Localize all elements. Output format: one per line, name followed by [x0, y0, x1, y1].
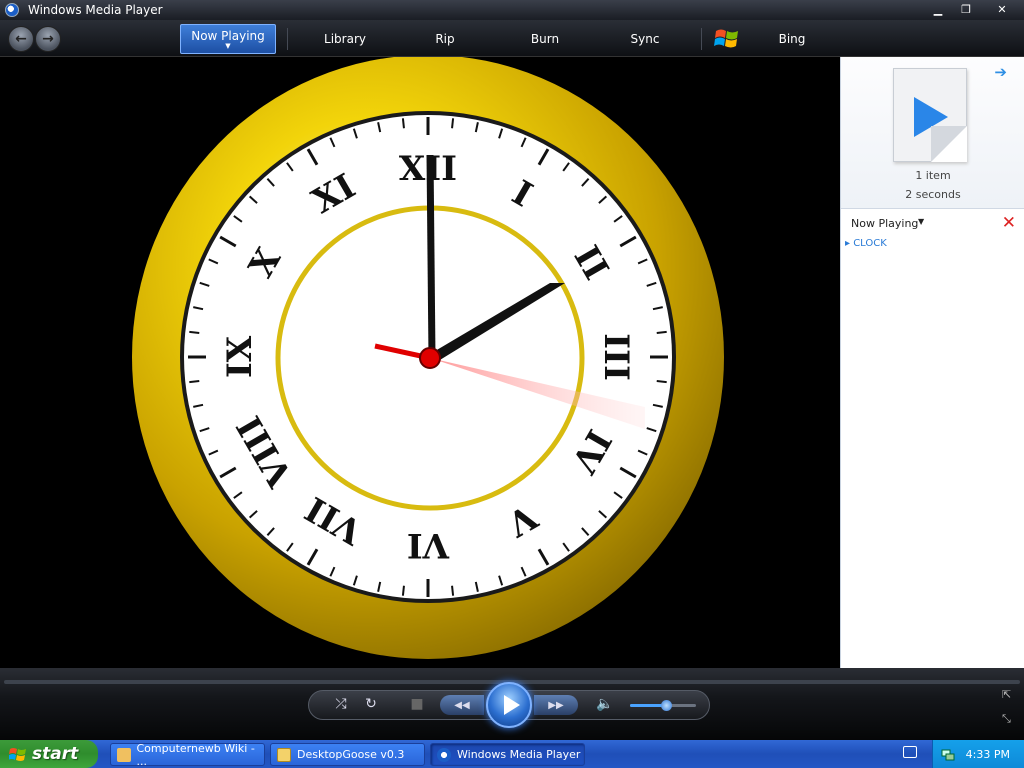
restore-button[interactable]: ❐	[952, 0, 980, 18]
pane-summary: ➔ 1 item 2 seconds	[841, 57, 1024, 209]
forward-arrow-icon[interactable]: ➔	[994, 63, 1007, 81]
nav-bar: ← → Now Playing ▼ Library Rip Burn Sync …	[0, 20, 1024, 57]
tab-sync[interactable]: Sync	[615, 24, 675, 54]
previous-button[interactable]: ◀◀	[440, 695, 484, 715]
window-controls: ▁ ❐ ✕	[924, 0, 1024, 18]
tab-bing[interactable]: Bing	[762, 24, 822, 54]
windows-logo-icon	[714, 29, 738, 48]
clock-tick	[401, 118, 405, 129]
clock-numeral: VI	[407, 525, 450, 565]
folder-icon	[277, 747, 291, 762]
minimize-button[interactable]: ▁	[924, 0, 952, 18]
taskbar-item-browser[interactable]: Computernewb Wiki - ...	[110, 741, 265, 768]
keyboard-icon[interactable]	[903, 746, 917, 758]
video-area[interactable]: XIIIIIIIIIVVVIVIIVIIIIXXXI	[5, 57, 840, 668]
clock-visualization: XIIIIIIIIIVVVIVIIVIIIIXXXI	[132, 57, 724, 659]
nav-arrows: ← →	[8, 26, 61, 52]
system-tray: 4:33 PM	[932, 740, 1024, 768]
repeat-icon[interactable]: ↻	[361, 694, 381, 714]
clock-tick	[451, 585, 455, 596]
shuffle-icon[interactable]: ⤮	[331, 694, 351, 714]
taskbar: start Computernewb Wiki - ... DesktopGoo…	[0, 740, 1024, 768]
browser-icon	[117, 747, 131, 762]
wmp-icon	[437, 747, 451, 762]
tab-now-playing-label: Now Playing	[191, 29, 265, 43]
clock-tick	[451, 118, 455, 129]
window-title: Windows Media Player	[28, 3, 163, 17]
clock-tick	[189, 330, 200, 334]
clock-tick	[656, 380, 667, 384]
start-button[interactable]: start	[0, 740, 98, 768]
media-file-icon	[893, 68, 967, 162]
tab-bing-label: Bing	[778, 32, 806, 46]
tab-burn-label: Burn	[530, 32, 560, 46]
minute-hand	[426, 154, 436, 359]
clock-numeral: IX	[220, 335, 260, 378]
playlist-title[interactable]: Now Playing	[851, 217, 918, 230]
clock-tick	[401, 585, 405, 596]
clock-center-cap	[419, 347, 441, 369]
taskbar-item-folder[interactable]: DesktopGoose v0.3	[270, 743, 425, 766]
tab-rip[interactable]: Rip	[420, 24, 470, 54]
next-button[interactable]: ▶▶	[534, 695, 578, 715]
list-item[interactable]: ▸ CLOCK	[845, 238, 887, 249]
fullscreen-icon[interactable]: ⤡	[1002, 712, 1011, 726]
taskbar-item-label: DesktopGoose v0.3	[297, 748, 405, 761]
clock-numeral: III	[596, 333, 636, 381]
media-player-icon	[5, 3, 19, 17]
tab-library[interactable]: Library	[310, 24, 380, 54]
volume-slider[interactable]	[630, 700, 696, 711]
clock-tick	[656, 330, 667, 334]
total-duration: 2 seconds	[905, 188, 961, 201]
chevron-down-icon[interactable]: ▼	[918, 217, 924, 226]
tab-burn[interactable]: Burn	[515, 24, 575, 54]
tab-library-label: Library	[324, 32, 366, 46]
list-item-label: CLOCK	[853, 238, 887, 249]
taskbar-item-label: Windows Media Player	[457, 748, 581, 761]
switch-to-library-icon[interactable]: ⇱	[1002, 688, 1011, 701]
nav-divider	[701, 28, 702, 50]
title-bar: Windows Media Player ▁ ❐ ✕	[0, 0, 1024, 20]
chevron-down-icon: ▼	[225, 42, 231, 50]
taskbar-item-media-player[interactable]: Windows Media Player	[430, 743, 585, 766]
forward-button[interactable]: →	[35, 26, 61, 52]
item-count: 1 item	[915, 169, 951, 182]
nav-divider	[287, 28, 288, 50]
windows-logo-icon	[9, 748, 26, 761]
stop-icon[interactable]: ■	[407, 694, 427, 714]
playback-controls: ⤮ ↻ ■ ◀◀ ▶▶ 🔈 ⇱ ⤡	[0, 668, 1024, 740]
play-button[interactable]	[486, 682, 532, 728]
playlist-pane: ➔ 1 item 2 seconds Now Playing ▼ ✕ ▸ CLO…	[840, 57, 1024, 668]
tab-now-playing[interactable]: Now Playing ▼	[180, 24, 276, 54]
page-fold-icon	[931, 126, 967, 162]
clear-list-icon[interactable]: ✕	[1002, 213, 1016, 233]
tab-rip-label: Rip	[435, 32, 455, 46]
tab-sync-label: Sync	[630, 32, 660, 46]
start-label: start	[32, 744, 79, 764]
mute-icon[interactable]: 🔈	[595, 694, 615, 714]
clock-tick	[189, 380, 200, 384]
close-button[interactable]: ✕	[980, 0, 1024, 18]
tray-clock[interactable]: 4:33 PM	[966, 748, 1010, 761]
back-button[interactable]: ←	[8, 26, 34, 52]
network-icon[interactable]	[941, 747, 955, 761]
taskbar-item-label: Computernewb Wiki - ...	[136, 741, 255, 768]
